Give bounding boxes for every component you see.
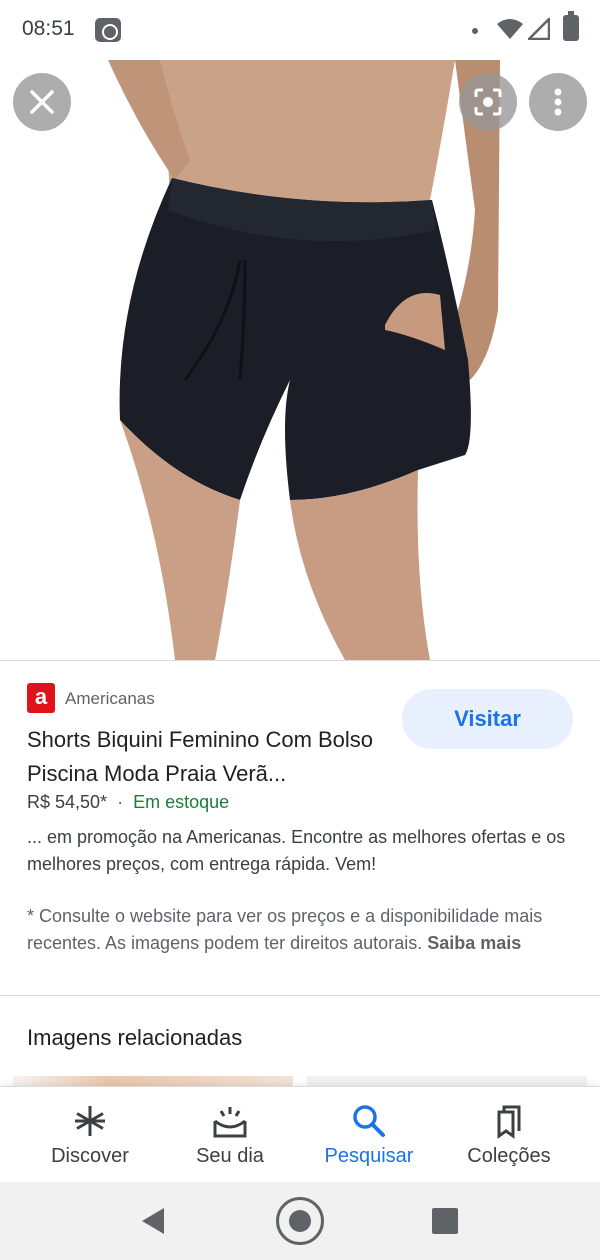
search-icon <box>353 1105 385 1137</box>
status-time: 08:51 <box>22 17 75 40</box>
recents-button[interactable] <box>432 1208 458 1234</box>
lens-button[interactable] <box>459 73 517 131</box>
notification-dot-icon <box>472 28 478 34</box>
nav-label: Coleções <box>467 1145 551 1167</box>
price: R$ 54,50* <box>27 792 108 812</box>
bottom-navigation: Discover Seu dia Pesquisar Coleções <box>0 1086 600 1182</box>
more-vert-icon <box>554 88 562 116</box>
price-line: R$ 54,50* · Em estoque <box>27 792 229 813</box>
sunrise-icon <box>213 1107 247 1138</box>
system-navigation-bar <box>0 1182 600 1260</box>
price-separator: · <box>117 792 124 812</box>
nav-pesquisar[interactable]: Pesquisar <box>299 1087 439 1183</box>
copyright-disclaimer: * Consulte o website para ver os preços … <box>27 903 572 957</box>
learn-more-link[interactable]: Saiba mais <box>427 933 521 953</box>
related-images-title: Imagens relacionadas <box>27 1025 243 1050</box>
asterisk-icon <box>75 1106 105 1136</box>
source-logo: a <box>27 683 55 713</box>
product-title[interactable]: Shorts Biquini Feminino Com Bolso Piscin… <box>27 723 397 791</box>
stock-status: Em estoque <box>133 792 230 812</box>
nav-label: Pesquisar <box>324 1145 414 1167</box>
home-button[interactable] <box>276 1197 324 1245</box>
nav-seu-dia[interactable]: Seu dia <box>160 1087 300 1183</box>
notification-app-icon <box>95 18 121 42</box>
nav-colecoes[interactable]: Coleções <box>439 1087 579 1183</box>
nav-discover[interactable]: Discover <box>20 1087 160 1183</box>
result-card: a Americanas Visitar Shorts Biquini Femi… <box>0 660 600 996</box>
wifi-icon <box>497 19 523 39</box>
visit-button[interactable]: Visitar <box>402 689 573 749</box>
close-button[interactable] <box>13 73 71 131</box>
product-image[interactable] <box>0 60 600 660</box>
more-options-button[interactable] <box>529 73 587 131</box>
nav-label: Seu dia <box>196 1145 264 1167</box>
product-snippet: ... em promoção na Americanas. Encontre … <box>27 827 566 874</box>
product-photo <box>108 60 500 660</box>
lens-icon <box>474 88 502 116</box>
status-bar: 08:51 <box>0 0 600 60</box>
source-name[interactable]: Americanas <box>65 689 155 709</box>
battery-icon <box>563 11 579 41</box>
collections-icon <box>497 1105 521 1139</box>
close-icon <box>30 90 54 114</box>
signal-icon <box>528 18 550 40</box>
nav-label: Discover <box>51 1145 129 1167</box>
back-icon[interactable] <box>140 1206 166 1236</box>
